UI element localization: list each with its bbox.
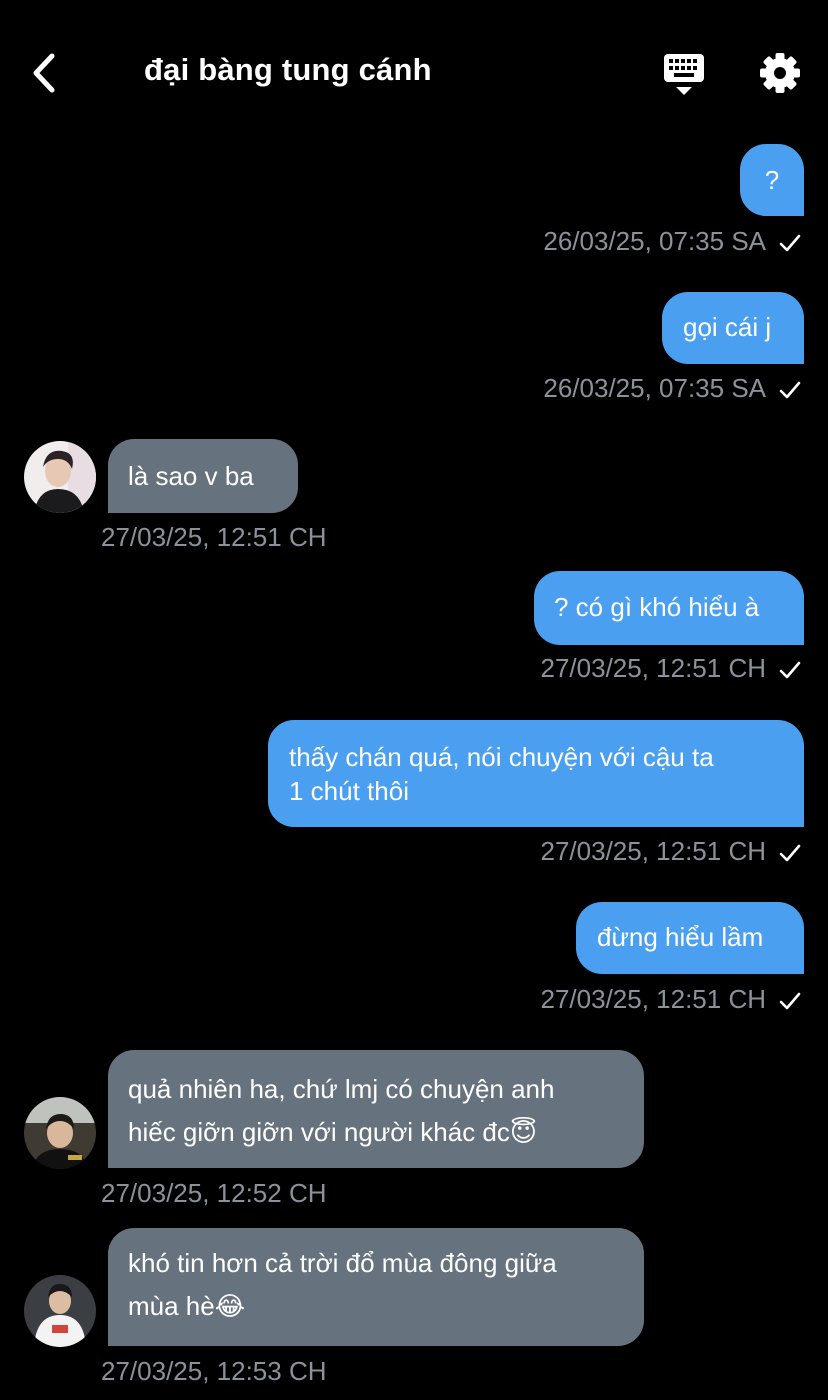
- keyboard-toggle-button[interactable]: [660, 50, 708, 98]
- message-bubble-outgoing[interactable]: đừng hiểu lầm: [576, 902, 804, 974]
- message-text: khó tin hơn cả trời đổ mùa đông giữa mùa…: [128, 1248, 557, 1321]
- back-button[interactable]: [26, 50, 66, 96]
- message-text: ?: [764, 165, 780, 195]
- chat-title: đại bàng tung cánh: [144, 52, 432, 87]
- avatar-photo: [24, 1275, 96, 1347]
- message-timestamp: 27/03/25, 12:51 CH: [101, 522, 327, 552]
- message-text: ? có gì khó hiểu à: [554, 592, 760, 622]
- checkmark-icon: [779, 381, 801, 399]
- message-timestamp: 26/03/25, 07:35 SA: [543, 226, 766, 256]
- message-text: là sao v ba: [128, 461, 254, 491]
- message-bubble-outgoing[interactable]: ? có gì khó hiểu à: [534, 571, 804, 645]
- message-bubble-incoming[interactable]: khó tin hơn cả trời đổ mùa đông giữa mùa…: [108, 1228, 644, 1346]
- message-bubble-incoming[interactable]: là sao v ba: [108, 439, 298, 513]
- checkmark-icon: [779, 661, 801, 679]
- message-text: quả nhiên ha, chứ lmj có chuyện anh hiếc…: [128, 1074, 555, 1147]
- message-timestamp: 26/03/25, 07:35 SA: [543, 373, 766, 403]
- contact-avatar[interactable]: [24, 1275, 96, 1347]
- checkmark-icon: [779, 234, 801, 252]
- gear-icon: [760, 53, 800, 93]
- settings-button[interactable]: [756, 49, 804, 97]
- message-text: thấy chán quá, nói chuyện với cậu ta 1 c…: [289, 742, 714, 806]
- avatar-photo: [24, 1097, 96, 1169]
- chat-header: đại bàng tung cánh: [0, 0, 828, 140]
- message-timestamp: 27/03/25, 12:53 CH: [101, 1356, 327, 1386]
- contact-avatar[interactable]: [24, 1097, 96, 1169]
- message-text: gọi cái j: [683, 312, 772, 342]
- avatar-photo: [24, 441, 96, 513]
- chevron-left-icon: [33, 53, 55, 93]
- checkmark-icon: [779, 844, 801, 862]
- message-bubble-incoming[interactable]: quả nhiên ha, chứ lmj có chuyện anh hiếc…: [108, 1050, 644, 1168]
- message-bubble-outgoing[interactable]: gọi cái j: [662, 292, 804, 364]
- message-timestamp: 27/03/25, 12:51 CH: [540, 984, 767, 1014]
- contact-avatar[interactable]: [24, 441, 96, 513]
- keyboard-hide-icon: [664, 54, 704, 95]
- checkmark-icon: [779, 992, 801, 1010]
- message-text: đừng hiểu lầm: [597, 922, 764, 952]
- message-timestamp: 27/03/25, 12:52 CH: [101, 1178, 327, 1208]
- message-timestamp: 27/03/25, 12:51 CH: [540, 836, 767, 866]
- message-bubble-outgoing[interactable]: thấy chán quá, nói chuyện với cậu ta 1 c…: [268, 720, 804, 827]
- message-bubble-outgoing[interactable]: ?: [740, 144, 804, 216]
- message-timestamp: 27/03/25, 12:51 CH: [540, 653, 767, 683]
